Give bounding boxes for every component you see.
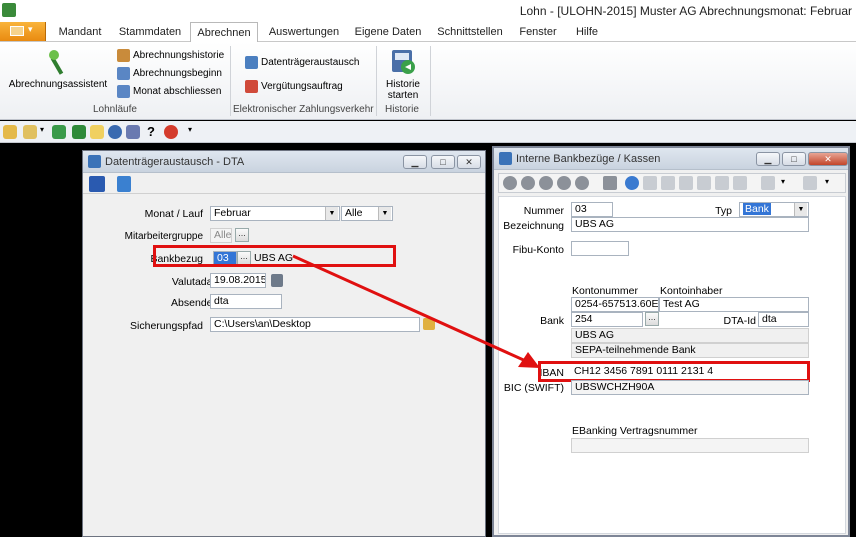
annotation-arrow bbox=[292, 254, 540, 368]
arrow-line bbox=[292, 254, 529, 364]
